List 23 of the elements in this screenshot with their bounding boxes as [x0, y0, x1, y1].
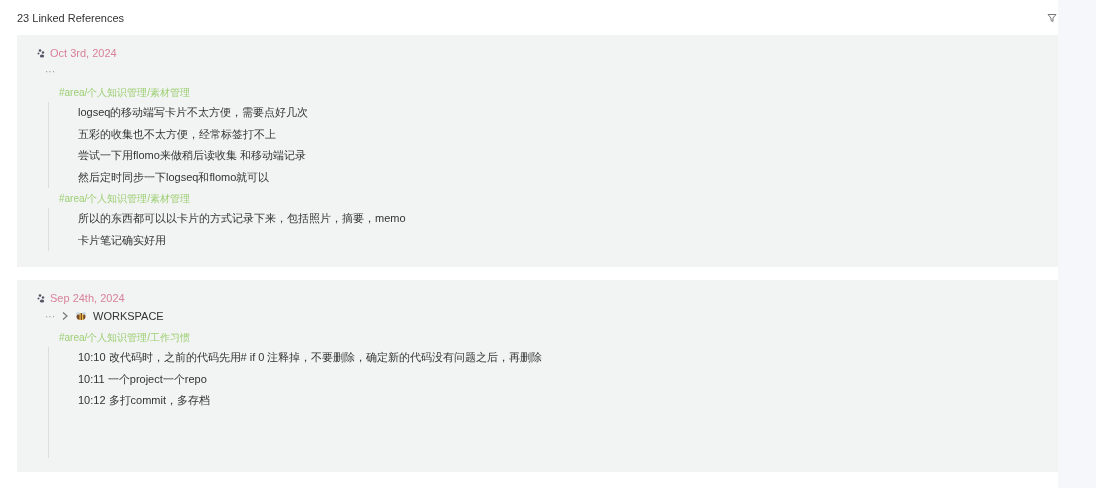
tag-link[interactable]: #area/个人知识管理/工作习惯 — [59, 327, 1058, 347]
tag-link[interactable]: #area/个人知识管理/素材管理 — [59, 82, 1058, 102]
filter-icon[interactable] — [1047, 12, 1057, 23]
section-title: 23 Linked References — [17, 11, 124, 24]
block-text: 10:10 改代码时，之前的代码先用# if 0 注释掉，不要删除，确定新的代码没有问题之后，再删除 — [78, 350, 544, 365]
chevron-icon — [61, 311, 69, 321]
block-text: 卡片笔记确实好用 — [78, 232, 167, 248]
breadcrumb-ellipsis[interactable]: ··· — [45, 65, 55, 77]
block-text: logseq的移动端写卡片不太方便，需要点好几次 — [78, 105, 310, 120]
block-text: 然后定时同步一下logseq和flomo就可以 — [78, 169, 271, 185]
date-link[interactable]: Oct 3rd, 2024 — [50, 46, 117, 59]
block-text: 所以的东西都可以以卡片的方式记录下来，包括照片，摘要，memo — [78, 211, 407, 226]
breadcrumb-ellipsis[interactable]: ··· — [45, 310, 55, 322]
breadcrumb-page[interactable]: WORKSPACE — [93, 310, 164, 322]
date-link[interactable]: Sep 24th, 2024 — [50, 291, 125, 304]
block-text: 10:11 一个project一个repo — [78, 371, 208, 387]
tag-link[interactable]: #area/个人知识管理/素材管理 — [59, 188, 1058, 208]
bee-icon — [75, 311, 87, 321]
block-text: 尝试一下用flomo来做稍后读收集 和移动端记录 — [78, 148, 307, 163]
paw-icon — [37, 47, 47, 58]
block-text: 五彩的收集也不太方便，经常标签打不上 — [78, 126, 277, 142]
block-text: 10:12 多打commit，多存档 — [78, 393, 212, 408]
paw-icon — [37, 292, 47, 303]
